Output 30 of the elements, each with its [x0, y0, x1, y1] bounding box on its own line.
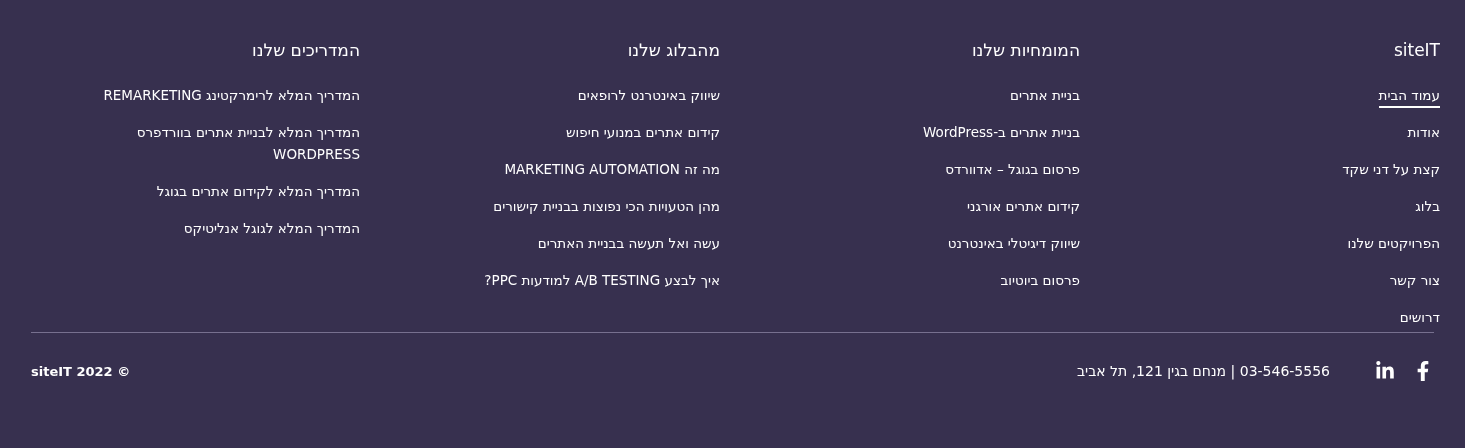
contact-info: 03-546-5556 | מנחם בגין 121, תל אביב — [1076, 363, 1330, 379]
footer-link[interactable]: פרסום בגוגל – אדוורדס — [945, 158, 1080, 182]
copyright-text: © siteIT 2022 — [31, 363, 131, 379]
footer-link[interactable]: הפרויקטים שלנו — [1347, 232, 1440, 256]
footer-link[interactable]: איך לבצע A/B TESTING למודעות PPC? — [484, 269, 720, 293]
footer-link[interactable]: עשה ואל תעשה בבניית האתרים — [537, 232, 720, 256]
footer-link[interactable]: המדריך המלא לקידום אתרים בגוגל — [156, 180, 360, 204]
footer-link[interactable]: מהן הטעויות הכי נפוצות בבניית קישורים — [493, 195, 720, 219]
column-heading: המדריכים שלנו — [252, 39, 360, 62]
footer-link[interactable]: בלוג — [1415, 195, 1440, 219]
column-heading: siteIT — [1393, 39, 1440, 62]
footer-link[interactable]: המדריך המלא לגוגל אנליטיקס — [183, 217, 360, 241]
footer-link[interactable]: פרסום ביוטיוב — [1000, 269, 1080, 293]
footer-link[interactable]: קידום אתרים במנועי חיפוש — [566, 121, 720, 145]
footer-link[interactable]: קצת על דני שקד — [1342, 158, 1440, 182]
column-heading: מהבלוג שלנו — [627, 39, 720, 62]
footer-link[interactable]: המדריך המלא לבניית אתרים בוורדפרס WORDPRESS — [70, 121, 360, 167]
footer-link[interactable]: צור קשר — [1389, 269, 1440, 293]
linkedin-icon — [1375, 361, 1395, 381]
footer-link[interactable]: מה זה MARKETING AUTOMATION — [504, 158, 720, 182]
footer-link[interactable]: אודות — [1407, 121, 1440, 145]
footer-link[interactable]: קידום אתרים אורגני — [967, 195, 1080, 219]
footer-link[interactable]: שיווק באינטרנט לרופאים — [577, 84, 720, 108]
footer-link[interactable]: בניית אתרים ב-WordPress — [922, 121, 1080, 145]
footer-link[interactable]: עמוד הבית — [1378, 84, 1440, 108]
footer-link[interactable]: המדריך המלא לרימרקטינג REMARKETING — [103, 84, 360, 108]
footer-link[interactable]: דרושים — [1399, 306, 1440, 330]
footer-link[interactable]: בניית אתרים — [1010, 84, 1080, 108]
footer-link[interactable]: שיווק דיגיטלי באינטרנט — [947, 232, 1080, 256]
column-heading: המומחיות שלנו — [971, 39, 1080, 62]
